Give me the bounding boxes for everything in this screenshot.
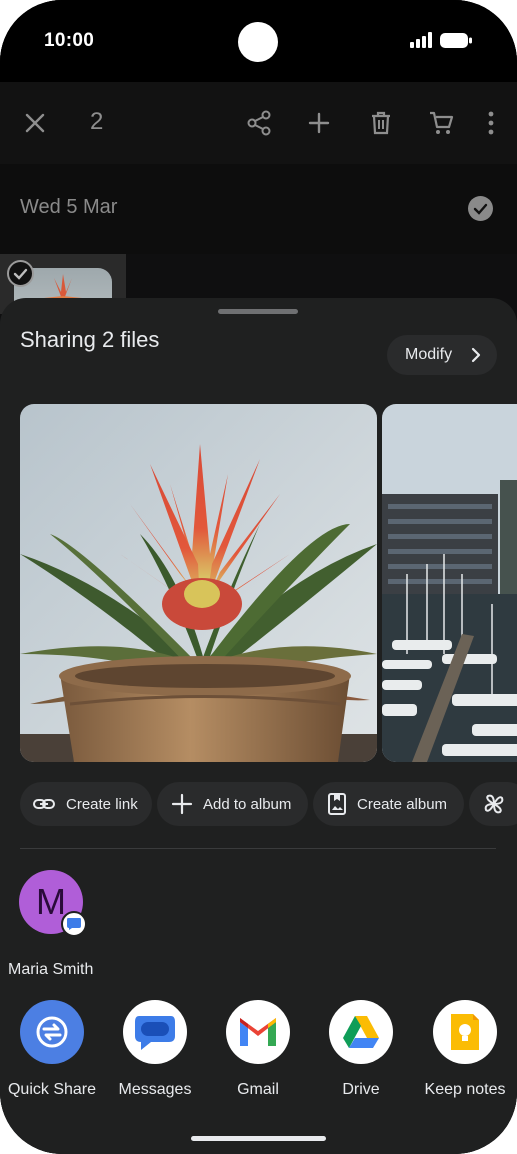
sheet-title: Sharing 2 files: [20, 327, 160, 352]
create-link-chip[interactable]: Create link: [20, 782, 152, 826]
more-actions-chip[interactable]: [469, 782, 517, 826]
quick-share-label: Quick Share: [7, 1081, 97, 1098]
gmail-label: Gmail: [237, 1081, 279, 1098]
app-drive[interactable]: Drive: [309, 1000, 413, 1099]
contact-name: Maria Smith: [8, 961, 94, 978]
add-to-album-label: Add to album: [203, 795, 292, 813]
messages-label: Messages: [118, 1081, 192, 1098]
app-quick-share[interactable]: Quick Share: [0, 1000, 104, 1099]
add-to-album-chip[interactable]: Add to album: [157, 782, 308, 826]
status-bar: 10:00: [0, 0, 517, 82]
create-link-label: Create link: [66, 795, 138, 813]
album-icon: [328, 793, 346, 815]
preview-image-harbor[interactable]: [382, 404, 517, 762]
selection-count: 2: [90, 108, 104, 135]
screen: 10:00 2 Wed 5 Mar Sharing 2 files Modify…: [0, 0, 517, 1154]
keep-notes-icon: [433, 1000, 497, 1064]
modify-button[interactable]: Modify: [387, 335, 497, 375]
camera-cutout: [238, 22, 278, 62]
thumbnail-check-icon[interactable]: [7, 260, 34, 287]
sheet-drag-handle[interactable]: [218, 309, 298, 314]
quick-share-icon: [20, 1000, 84, 1064]
app-messages[interactable]: Messages: [103, 1000, 207, 1099]
more-icon[interactable]: [476, 108, 506, 138]
battery-icon: [440, 33, 472, 48]
messages-badge-icon: [61, 911, 87, 937]
date-label: Wed 5 Mar: [20, 196, 118, 218]
pinwheel-icon: [484, 794, 504, 814]
drive-icon: [329, 1000, 393, 1064]
gesture-nav-bar[interactable]: [191, 1136, 326, 1141]
modify-label: Modify: [405, 346, 453, 363]
preview-image-plant[interactable]: [20, 404, 377, 762]
avatar-initial: M: [36, 881, 66, 922]
phone-frame: 10:00 2 Wed 5 Mar Sharing 2 files Modify…: [0, 0, 517, 1154]
messages-icon: [123, 1000, 187, 1064]
add-icon[interactable]: [304, 108, 334, 138]
app-keep-notes[interactable]: Keep notes: [413, 1000, 517, 1099]
app-gmail[interactable]: Gmail: [206, 1000, 310, 1099]
signal-icon: [410, 32, 432, 48]
create-album-chip[interactable]: Create album: [313, 782, 464, 826]
cart-icon[interactable]: [426, 108, 456, 138]
trash-icon[interactable]: [366, 108, 396, 138]
gmail-icon: [226, 1000, 290, 1064]
close-icon[interactable]: [20, 108, 50, 138]
plus-icon: [171, 793, 193, 815]
divider: [20, 848, 496, 849]
share-icon[interactable]: [244, 108, 274, 138]
link-icon: [33, 799, 55, 809]
create-album-label: Create album: [357, 795, 448, 813]
status-time: 10:00: [44, 30, 95, 51]
drive-label: Drive: [342, 1081, 380, 1098]
selection-toolbar: [0, 82, 517, 164]
keep-notes-label: Keep notes: [424, 1081, 506, 1098]
chevron-right-icon: [471, 347, 481, 363]
date-check-icon[interactable]: [468, 196, 493, 221]
